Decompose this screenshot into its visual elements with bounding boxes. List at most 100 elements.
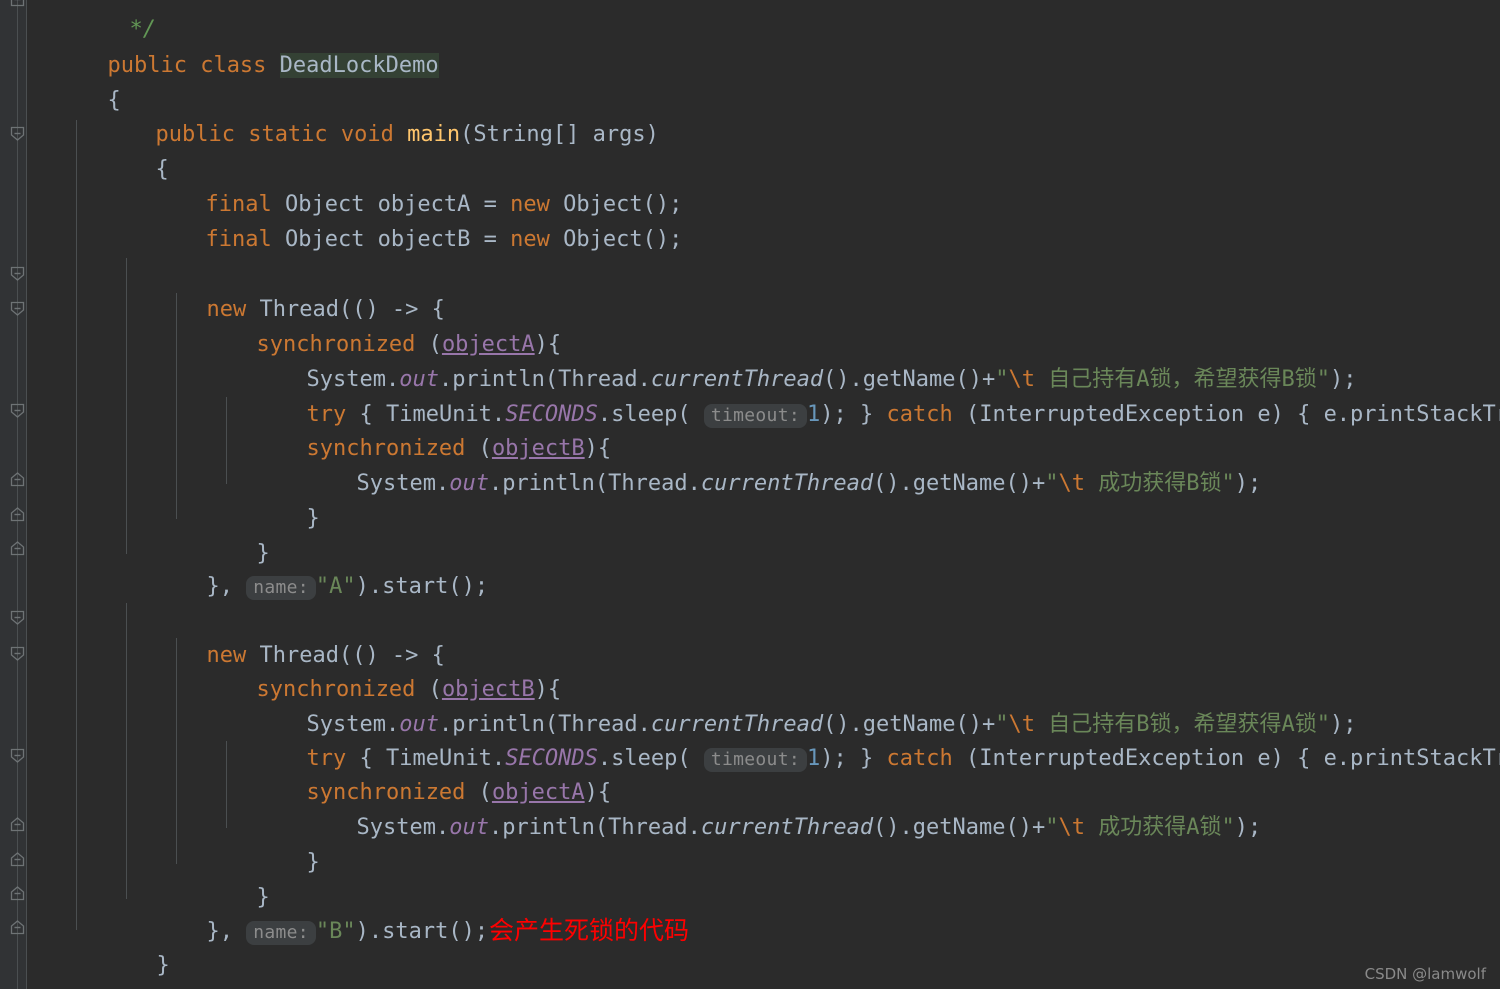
params-token: (String[] args)	[460, 121, 659, 147]
code-line[interactable]: }	[177, 502, 269, 566]
code-line[interactable]: System.out.println(Thread.currentThread(…	[277, 776, 1261, 840]
code-fold-collapse-icon[interactable]	[10, 301, 25, 316]
code-editor: */ public class DeadLockDemo { public st…	[0, 0, 1500, 989]
current-thread-token: currentThread	[700, 470, 874, 496]
code-line[interactable]: synchronized (objectB){	[227, 397, 611, 461]
indent-guide	[76, 120, 77, 930]
declaration-token: Object objectB =	[271, 226, 511, 252]
statement-end-token: ); }	[820, 401, 887, 427]
method-name-token: main	[407, 121, 461, 147]
code-fold-collapse-icon[interactable]	[10, 886, 25, 901]
code-fold-collapse-icon[interactable]	[10, 610, 25, 625]
string-literal: 成功获得B锁	[1085, 470, 1222, 496]
string-quote: "	[315, 918, 330, 944]
brace-token: }	[306, 849, 320, 875]
lambda-end-token: },	[206, 918, 247, 944]
editor-gutter[interactable]	[0, 0, 26, 989]
code-line[interactable]: System.out.println(Thread.currentThread(…	[277, 432, 1261, 496]
keyword-token: final	[205, 226, 272, 252]
code-fold-collapse-icon[interactable]	[10, 403, 25, 418]
code-line[interactable]: System.out.println(Thread.currentThread(…	[227, 673, 1356, 737]
inlay-hint-timeout: timeout:	[703, 747, 807, 772]
system-token: System.	[356, 470, 450, 496]
code-line[interactable]: synchronized (objectB){	[177, 638, 561, 702]
string-quote: "	[342, 573, 356, 599]
code-fold-collapse-icon[interactable]	[10, 0, 25, 7]
catch-body-token: (InterruptedException e) { e.printStackT…	[965, 401, 1500, 427]
start-call-token: ).start();	[355, 573, 489, 599]
out-field-token: out	[449, 814, 489, 840]
code-line[interactable]: }	[77, 914, 169, 978]
number-token: 1	[806, 745, 821, 771]
code-fold-collapse-icon[interactable]	[10, 472, 25, 487]
class-name-token: DeadLockDemo	[279, 52, 439, 78]
deadlock-annotation-text: 会产生死锁的代码	[489, 916, 690, 945]
code-line[interactable]: }	[28, 949, 120, 989]
code-line[interactable]: synchronized (objectA){	[227, 741, 611, 805]
getname-token: ().getName()+	[873, 470, 1046, 496]
statement-end-token: ); }	[820, 745, 887, 771]
current-thread-token: currentThread	[700, 814, 874, 840]
code-fold-collapse-icon[interactable]	[10, 817, 25, 832]
catch-body-token: (InterruptedException e) { e.printStackT…	[965, 745, 1500, 771]
code-line[interactable]: {	[76, 118, 168, 182]
code-line[interactable]: */	[50, 0, 156, 42]
code-fold-collapse-icon[interactable]	[10, 646, 25, 661]
thread-name-literal: A	[329, 573, 343, 599]
code-surface[interactable]: */ public class DeadLockDemo { public st…	[26, 0, 1500, 989]
inlay-hint-timeout: timeout:	[703, 403, 807, 428]
string-quote: "	[342, 918, 356, 944]
code-fold-collapse-icon[interactable]	[10, 266, 25, 281]
keyword-token: catch	[886, 745, 953, 771]
out-field-token: out	[449, 470, 489, 496]
code-line[interactable]: {	[28, 49, 120, 113]
inlay-hint-name: name:	[246, 920, 316, 945]
gutter-divider	[17, 0, 18, 989]
code-line[interactable]: try { TimeUnit.SECONDS.sleep( timeout: 1)…	[227, 707, 1500, 772]
escape-token: \t	[1058, 814, 1086, 840]
code-line[interactable]: public class DeadLockDemo	[28, 14, 439, 78]
keyword-token: public static void	[155, 121, 408, 147]
string-quote: "	[1045, 814, 1059, 840]
string-quote: "	[315, 573, 330, 599]
code-line[interactable]: public static void main(String[] args)	[76, 83, 658, 147]
thread-name-literal: B	[329, 918, 343, 944]
code-line[interactable]: }	[227, 811, 319, 875]
keyword-token: catch	[886, 401, 953, 427]
keyword-token: public class	[107, 52, 280, 78]
code-line[interactable]: }, name: "B").start();	[127, 880, 488, 945]
code-line[interactable]: new Thread(() -> {	[127, 258, 444, 322]
code-fold-collapse-icon[interactable]	[10, 852, 25, 867]
code-line[interactable]: }	[177, 846, 269, 910]
brace-token: }	[306, 505, 320, 531]
string-quote: "	[1221, 470, 1235, 496]
string-literal: 成功获得A锁	[1085, 814, 1222, 840]
code-line[interactable]: }, name: "A").start();	[127, 535, 488, 600]
code-line[interactable]: System.out.println(Thread.currentThread(…	[227, 328, 1356, 392]
system-token: System.	[356, 814, 450, 840]
code-line[interactable]: new Thread(() -> {	[127, 604, 444, 668]
keyword-token: new	[510, 226, 550, 252]
lambda-end-token: },	[206, 573, 247, 599]
csdn-watermark: CSDN @lamwolf	[1364, 965, 1486, 983]
code-line[interactable]: try { TimeUnit.SECONDS.sleep( timeout: 1)…	[227, 363, 1500, 428]
indent-guide	[26, 0, 27, 989]
code-fold-collapse-icon[interactable]	[10, 748, 25, 763]
code-line[interactable]: synchronized (objectA){	[177, 293, 561, 357]
start-call-token: ).start();	[355, 918, 489, 944]
println-token: .println(Thread.	[488, 814, 701, 840]
constructor-token: Object();	[549, 226, 683, 252]
code-line[interactable]: final Object objectB = new Object();	[126, 188, 682, 252]
code-fold-collapse-icon[interactable]	[10, 507, 25, 522]
getname-token: ().getName()+	[873, 814, 1046, 840]
code-line[interactable]: final Object objectA = new Object();	[126, 153, 682, 217]
statement-end-token: );	[1234, 814, 1262, 840]
inlay-hint-name: name:	[246, 575, 316, 600]
code-fold-collapse-icon[interactable]	[10, 920, 25, 935]
code-fold-collapse-icon[interactable]	[10, 541, 25, 556]
string-quote: "	[1221, 814, 1235, 840]
brace-token: }	[156, 952, 170, 978]
code-fold-collapse-icon[interactable]	[10, 126, 25, 141]
code-line[interactable]: }	[227, 467, 319, 531]
escape-token: \t	[1058, 470, 1086, 496]
